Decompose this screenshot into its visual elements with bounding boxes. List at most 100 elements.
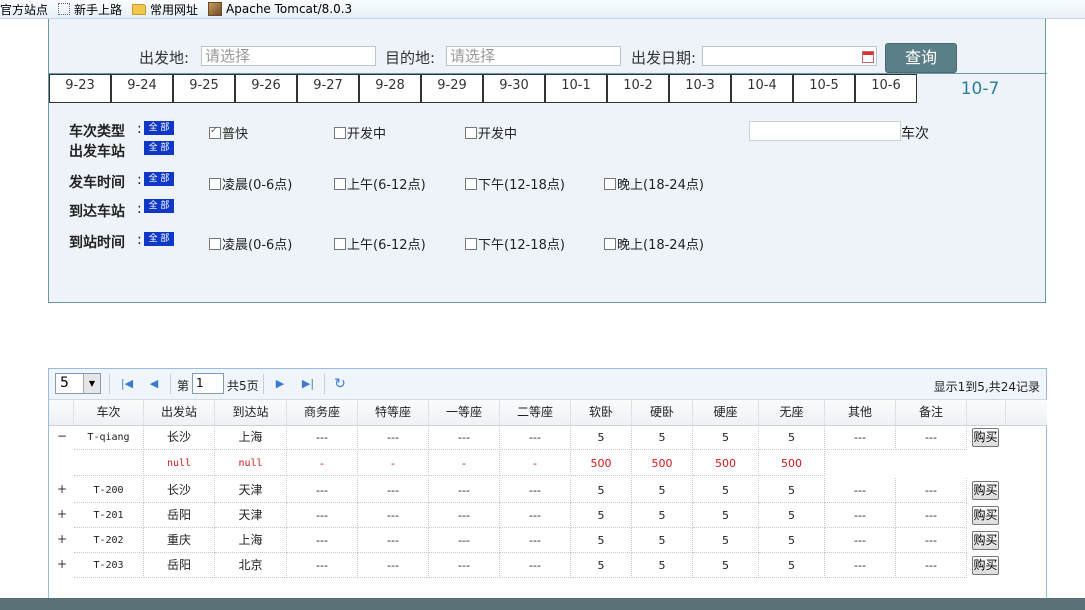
bookmark-common-sites[interactable]: 常用网址	[132, 1, 198, 18]
table-row[interactable]: + T-203 岳阳 北京 --- --- --- --- 5 5 5 5 --…	[49, 553, 1047, 578]
date-tab[interactable]: 9-30	[483, 74, 545, 103]
all-button[interactable]: 全 部	[144, 172, 174, 186]
date-tab[interactable]: 10-5	[793, 74, 855, 103]
buy-button[interactable]: 购买	[972, 531, 999, 550]
header-to[interactable]: 到达站	[215, 400, 287, 425]
page-number-input[interactable]: 1	[192, 373, 224, 394]
checkbox[interactable]	[209, 125, 221, 139]
bookmark-official-site[interactable]: 官方站点	[0, 1, 48, 18]
buy-button[interactable]: 购买	[972, 481, 999, 500]
table-row[interactable]: + T-200 长沙 天津 --- --- --- --- 5 5 5 5 --…	[49, 478, 1047, 503]
page-size-select[interactable]: 5 ▼	[55, 373, 101, 394]
header-hard-seat[interactable]: 硬座	[693, 400, 759, 425]
refresh-icon[interactable]: ↻	[333, 377, 347, 391]
expand-icon[interactable]: +	[57, 533, 67, 545]
checkbox[interactable]	[465, 126, 477, 139]
option-morning[interactable]: 上午(6-12点)	[334, 174, 426, 193]
all-button[interactable]: 全 部	[144, 141, 174, 155]
checkbox[interactable]	[209, 237, 221, 250]
query-button[interactable]: 查询	[885, 43, 957, 73]
header-remarks[interactable]: 备注	[896, 400, 967, 425]
date-tab[interactable]: 10-6	[855, 74, 917, 103]
expand-icon[interactable]: +	[57, 508, 67, 520]
bookmark-getting-started[interactable]: 新手上路	[58, 1, 122, 18]
header-special[interactable]: 特等座	[358, 400, 429, 425]
header-second[interactable]: 二等座	[500, 400, 571, 425]
prev-page-icon[interactable]: ◀	[147, 377, 161, 391]
all-button[interactable]: 全 部	[144, 232, 174, 246]
option-evening[interactable]: 晚上(18-24点)	[604, 174, 704, 193]
header-business[interactable]: 商务座	[287, 400, 358, 425]
date-tab[interactable]: 10-2	[607, 74, 669, 103]
calendar-icon[interactable]	[862, 51, 874, 63]
table-row[interactable]: + T-201 岳阳 天津 --- --- --- --- 5 5 5 5 --…	[49, 503, 1047, 528]
option-afternoon[interactable]: 下午(12-18点)	[465, 174, 565, 193]
option-dawn[interactable]: 凌晨(0-6点)	[209, 174, 292, 193]
date-tab[interactable]: 10-1	[545, 74, 607, 103]
next-page-icon[interactable]: ▶	[273, 377, 287, 391]
header-no-seat[interactable]: 无座	[759, 400, 825, 425]
date-tab[interactable]: 9-23	[49, 74, 111, 103]
buy-button[interactable]: 购买	[972, 428, 999, 447]
header-first[interactable]: 一等座	[429, 400, 500, 425]
checkbox[interactable]	[334, 237, 346, 250]
from-input[interactable]: 请选择	[201, 46, 376, 66]
checkbox[interactable]	[209, 177, 221, 190]
buy-button[interactable]: 购买	[972, 506, 999, 525]
collapse-icon[interactable]: −	[57, 430, 67, 442]
date-tab[interactable]: 9-28	[359, 74, 421, 103]
option-dawn[interactable]: 凌晨(0-6点)	[209, 234, 292, 253]
option-puk[interactable]: 普快	[209, 123, 248, 142]
cell-no-seat: 5	[759, 528, 825, 553]
detail-cell: -	[429, 451, 500, 476]
to-input[interactable]: 请选择	[446, 46, 621, 66]
date-tab[interactable]: 9-27	[297, 74, 359, 103]
date-tab[interactable]: 10-3	[669, 74, 731, 103]
checkbox[interactable]	[334, 177, 346, 190]
expand-icon[interactable]: +	[57, 483, 67, 495]
checkbox[interactable]	[465, 177, 477, 190]
date-input[interactable]	[702, 46, 877, 66]
option-dev-2[interactable]: 开发中	[465, 123, 517, 142]
date-tab[interactable]: 9-24	[111, 74, 173, 103]
date-tab[interactable]: 9-29	[421, 74, 483, 103]
date-tab[interactable]: 10-4	[731, 74, 793, 103]
cell-soft-sleeper: 5	[571, 425, 632, 450]
header-hard-sleeper[interactable]: 硬卧	[632, 400, 693, 425]
header-from[interactable]: 出发站	[144, 400, 215, 425]
bookmark-label: 新手上路	[74, 2, 123, 17]
option-morning[interactable]: 上午(6-12点)	[334, 234, 426, 253]
all-button[interactable]: 全 部	[144, 121, 174, 135]
train-number-input[interactable]	[749, 121, 901, 141]
checkbox[interactable]	[604, 177, 616, 190]
checkbox[interactable]	[334, 126, 346, 139]
checkbox[interactable]	[604, 237, 616, 250]
first-page-icon[interactable]: |◀	[120, 377, 134, 391]
option-evening[interactable]: 晚上(18-24点)	[604, 234, 704, 253]
date-tab[interactable]: 9-26	[235, 74, 297, 103]
cell-first: ---	[429, 528, 500, 553]
table-row[interactable]: − T-qiang 长沙 上海 --- --- --- --- 5 5 5 5 …	[49, 425, 1047, 450]
cell-other: ---	[825, 503, 896, 528]
bookmark-tomcat[interactable]: Apache Tomcat/8.0.3	[208, 2, 352, 16]
option-afternoon[interactable]: 下午(12-18点)	[465, 234, 565, 253]
date-tab-selected[interactable]: 10-7	[949, 74, 1011, 103]
option-dev-1[interactable]: 开发中	[334, 123, 386, 142]
page-size-value: 5	[60, 375, 69, 391]
last-page-icon[interactable]: ▶|	[301, 377, 315, 391]
dropdown-arrow-icon[interactable]: ▼	[83, 374, 100, 393]
date-label: 出发日期:	[631, 49, 697, 67]
expand-icon[interactable]: +	[57, 558, 67, 570]
cell-no-seat: 5	[759, 553, 825, 578]
header-soft-sleeper[interactable]: 软卧	[571, 400, 632, 425]
date-tab[interactable]: 9-25	[173, 74, 235, 103]
header-train[interactable]: 车次	[74, 400, 144, 425]
cell-to: 天津	[215, 478, 287, 503]
cell-special: ---	[358, 553, 429, 578]
detail-row: null null - - - - 500 500 500 500	[49, 451, 1047, 476]
all-button[interactable]: 全 部	[144, 199, 174, 213]
checkbox[interactable]	[465, 237, 477, 250]
buy-button[interactable]: 购买	[972, 556, 999, 575]
table-row[interactable]: + T-202 重庆 上海 --- --- --- --- 5 5 5 5 --…	[49, 528, 1047, 553]
header-other[interactable]: 其他	[825, 400, 896, 425]
